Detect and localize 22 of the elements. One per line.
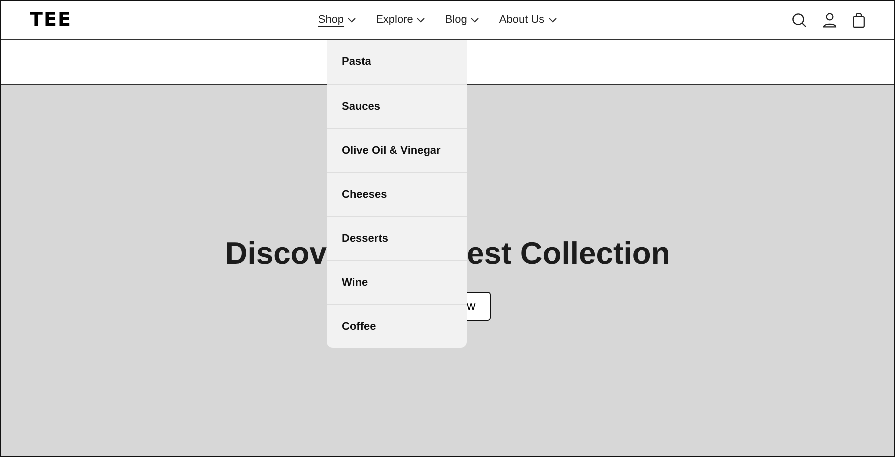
account-icon[interactable] (823, 12, 837, 28)
menu-item[interactable]: Pasta (327, 40, 467, 84)
chevron-icon (471, 18, 480, 22)
hero-heading: Discov (225, 236, 327, 272)
nav-link[interactable]: About Us (499, 14, 557, 26)
chevron-icon (548, 18, 557, 22)
logo[interactable]: TEE (30, 9, 318, 31)
shopping-bag-icon[interactable] (853, 12, 865, 28)
hero-heading: est Collection (467, 236, 670, 272)
nav-link[interactable]: Blog (445, 14, 480, 26)
menu-item[interactable]: Sauces (327, 84, 467, 128)
chevron-icon (348, 18, 356, 22)
menu-item[interactable]: Cheeses (327, 172, 467, 216)
hero-button[interactable]: w (467, 292, 491, 320)
chevron-icon (417, 18, 426, 22)
nav-link[interactable]: Shop (318, 14, 356, 26)
menu-item[interactable]: Olive Oil & Vinegar (327, 128, 467, 172)
search-icon[interactable] (792, 12, 807, 28)
menu-item[interactable]: Coffee (327, 304, 467, 348)
nav-link[interactable]: Explore (376, 14, 426, 26)
menu-item[interactable]: Desserts (327, 216, 467, 260)
menu-item[interactable]: Wine (327, 260, 467, 304)
